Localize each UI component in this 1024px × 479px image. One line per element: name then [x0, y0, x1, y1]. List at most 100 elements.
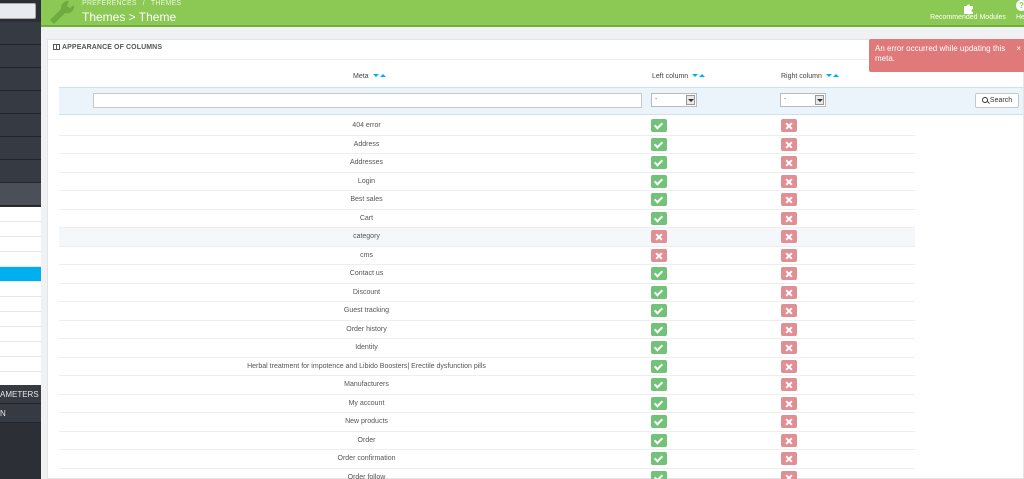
left-column-enabled-check-icon[interactable]	[651, 211, 667, 225]
left-column-disabled-cross-icon[interactable]	[651, 230, 667, 243]
right-column-disabled-cross-icon[interactable]	[781, 452, 797, 465]
breadcrumb-item[interactable]: THEMES	[151, 0, 181, 7]
left-column-enabled-check-icon[interactable]	[651, 470, 667, 479]
left-column-enabled-check-icon[interactable]	[651, 285, 667, 299]
help-label: He	[1016, 14, 1024, 21]
meta-filter-input[interactable]	[93, 93, 642, 108]
right-column-disabled-cross-icon[interactable]	[781, 156, 797, 169]
right-column-disabled-cross-icon[interactable]	[781, 470, 797, 479]
meta-name-cell: Guest tracking	[343, 307, 390, 314]
meta-name-cell: Manufacturers	[344, 381, 389, 388]
right-column-disabled-cross-icon[interactable]	[781, 174, 797, 188]
right-column-disabled-cross-icon[interactable]	[781, 341, 797, 354]
sidebar-subitem[interactable]	[0, 357, 41, 372]
right-column-disabled-cross-icon[interactable]	[781, 378, 797, 391]
breadcrumb-item[interactable]: PREFERENCES	[82, 0, 137, 7]
sidebar-subitem[interactable]	[0, 327, 41, 342]
sort-desc-icon[interactable]	[372, 74, 379, 77]
left-column-disabled-cross-icon[interactable]	[651, 248, 667, 262]
meta-table-body: 404 error Address Addresses Login Best sales…	[59, 117, 915, 479]
sidebar-menu	[0, 22, 41, 206]
sidebar-subitem[interactable]	[0, 342, 41, 357]
recommended-modules-button[interactable]: Recommended Modules	[926, 0, 1010, 25]
sidebar-subitem-active[interactable]	[0, 267, 41, 282]
left-column-enabled-check-icon[interactable]	[651, 452, 667, 465]
sort-asc-icon[interactable]	[832, 74, 839, 77]
meta-name-cell: Addresses	[349, 159, 384, 166]
left-column-enabled-check-icon[interactable]	[651, 304, 667, 317]
sidebar-subitem[interactable]	[0, 252, 41, 267]
right-column-disabled-cross-icon[interactable]	[781, 119, 797, 132]
left-column-enabled-check-icon[interactable]	[651, 359, 667, 373]
right-column-disabled-cross-icon[interactable]	[781, 248, 797, 262]
right-column-disabled-cross-icon[interactable]	[781, 433, 797, 447]
left-column-enabled-check-icon[interactable]	[651, 137, 667, 151]
right-column-disabled-cross-icon[interactable]	[781, 211, 797, 225]
meta-name-cell: category	[353, 233, 380, 240]
column-header-left-column: Left column	[652, 73, 706, 80]
page-title: Themes > Theme	[82, 10, 177, 24]
left-column-enabled-check-icon[interactable]	[651, 193, 667, 206]
meta-name-cell: Order history	[346, 325, 387, 333]
sidebar-item-parameters[interactable]: AMETERS	[0, 385, 41, 404]
wrench-icon	[47, 0, 77, 25]
chevron-down-icon[interactable]	[686, 95, 695, 105]
left-column-enabled-check-icon[interactable]	[651, 396, 667, 410]
sidebar-subitem[interactable]	[0, 312, 41, 327]
chevron-down-icon[interactable]	[815, 95, 824, 105]
sidebar-item[interactable]	[0, 160, 41, 183]
right-column-disabled-cross-icon[interactable]	[781, 267, 797, 280]
error-notification: An error occurred while updating this me…	[869, 39, 1024, 72]
meta-name-cell: New products	[345, 418, 388, 425]
table-row: Best sales	[59, 191, 915, 210]
left-column-enabled-check-icon[interactable]	[651, 433, 667, 447]
left-column-enabled-check-icon[interactable]	[651, 322, 667, 336]
sidebar-bottom-menu: AMETERS N	[0, 385, 41, 479]
right-column-disabled-cross-icon[interactable]	[781, 285, 797, 299]
right-column-disabled-cross-icon[interactable]	[781, 193, 797, 206]
search-button[interactable]: Search	[975, 93, 1019, 108]
sidebar-subitem[interactable]	[0, 207, 41, 222]
table-row: category	[59, 228, 915, 247]
sort-desc-icon[interactable]	[825, 74, 832, 77]
left-column-enabled-check-icon[interactable]	[651, 174, 667, 188]
right-column-disabled-cross-icon[interactable]	[781, 396, 797, 410]
right-column-disabled-cross-icon[interactable]	[781, 415, 797, 428]
sort-asc-icon[interactable]	[699, 74, 706, 77]
sidebar-item-active-section[interactable]	[0, 183, 41, 206]
left-column-enabled-check-icon[interactable]	[651, 267, 667, 280]
right-column-disabled-cross-icon[interactable]	[781, 322, 797, 336]
meta-name-cell: Discount	[352, 288, 381, 296]
left-column-enabled-check-icon[interactable]	[651, 415, 667, 428]
sidebar-subitem[interactable]	[0, 222, 41, 237]
sidebar-item-n[interactable]: N	[0, 404, 41, 423]
sidebar-item[interactable]	[0, 137, 41, 160]
left-column-enabled-check-icon[interactable]	[651, 156, 667, 169]
sidebar-item[interactable]	[0, 22, 41, 45]
sidebar-item[interactable]	[0, 423, 41, 479]
right-column-disabled-cross-icon[interactable]	[781, 230, 797, 243]
sidebar-subitem[interactable]	[0, 237, 41, 252]
sort-asc-icon[interactable]	[379, 74, 386, 77]
right-column-filter-select[interactable]: -	[780, 93, 826, 107]
table-row: Contact us	[59, 265, 915, 284]
right-column-disabled-cross-icon[interactable]	[781, 137, 797, 151]
sidebar-item[interactable]	[0, 68, 41, 91]
left-column-enabled-check-icon[interactable]	[651, 378, 667, 391]
left-column-filter-select[interactable]: -	[651, 93, 697, 107]
close-icon[interactable]: ×	[1016, 44, 1021, 54]
left-column-enabled-check-icon[interactable]	[651, 119, 667, 132]
left-column-enabled-check-icon[interactable]	[651, 341, 667, 354]
table-row: New products	[59, 413, 915, 432]
help-button[interactable]: ? He	[1014, 0, 1024, 25]
sidebar-item[interactable]	[0, 91, 41, 114]
search-icon	[981, 97, 988, 103]
right-column-disabled-cross-icon[interactable]	[781, 359, 797, 373]
sidebar-search-input[interactable]	[0, 3, 36, 19]
right-column-disabled-cross-icon[interactable]	[781, 304, 797, 317]
sidebar-subitem[interactable]	[0, 282, 41, 297]
sort-desc-icon[interactable]	[692, 74, 699, 77]
sidebar-item[interactable]	[0, 114, 41, 137]
sidebar-subitem[interactable]	[0, 297, 41, 312]
sidebar-item[interactable]	[0, 45, 41, 68]
